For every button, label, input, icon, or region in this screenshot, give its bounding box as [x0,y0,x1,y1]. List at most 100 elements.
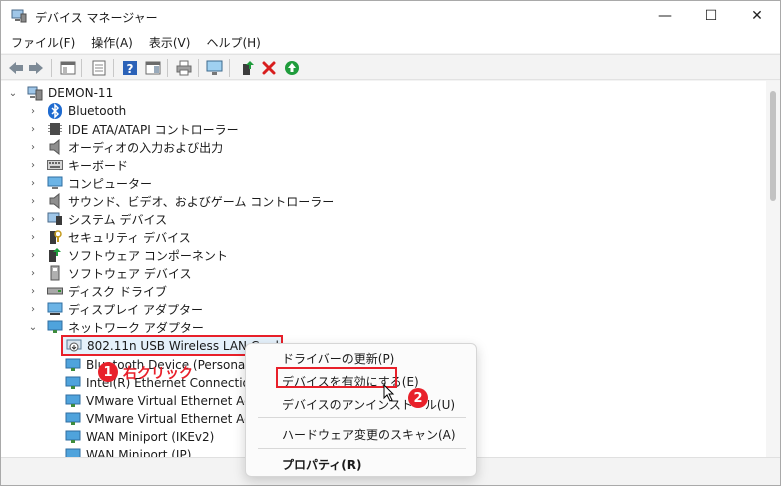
network-adapter-icon [65,393,81,409]
mouse-cursor-icon [383,383,395,405]
tree-category-label: ネットワーク アダプター [68,320,204,335]
network-adapter-icon [65,411,81,427]
speaker-icon [47,193,63,209]
help-icon[interactable]: ? [121,59,139,77]
close-button[interactable]: ✕ [734,1,780,31]
properties-sheet-icon[interactable] [90,59,108,77]
computer-icon [47,175,63,191]
tree-category-software-devices[interactable]: › ソフトウェア デバイス [27,264,191,282]
ide-controller-icon [47,121,63,137]
tree-category-bluetooth[interactable]: › Bluetooth [27,102,126,120]
menu-item-properties[interactable]: プロパティ(R) [282,456,362,473]
chevron-right-icon[interactable]: › [27,231,39,243]
tree-category-label: IDE ATA/ATAPI コントローラー [68,122,239,137]
tree-root-node[interactable]: ⌄ DEMON-11 [7,84,113,102]
tree-category-software-components[interactable]: › ソフトウェア コンポーネント [27,246,228,264]
tree-category-label: ソフトウェア デバイス [68,266,192,281]
tree-device-vmware-ethernet-1[interactable]: VMware Virtual Ethernet Adapt [65,392,271,410]
update-driver-icon[interactable] [239,59,257,77]
tree-device-wan-miniport-ip[interactable]: WAN Miniport (IP) [65,446,191,457]
chevron-down-icon[interactable]: ⌄ [7,87,19,99]
vertical-scrollbar[interactable] [766,81,780,457]
tree-category-disk-drives[interactable]: › ディスク ドライブ [27,282,167,300]
chevron-right-icon[interactable]: › [27,123,39,135]
tree-category-sound-video[interactable]: › サウンド、ビデオ、およびゲーム コントローラー [27,192,334,210]
tree-category-security-devices[interactable]: › セキュリティ デバイス [27,228,191,246]
network-adapter-icon [65,375,81,391]
enable-device-icon[interactable] [283,59,301,77]
tree-category-label: オーディオの入力および出力 [68,140,224,155]
tree-category-label: サウンド、ビデオ、およびゲーム コントローラー [68,194,335,209]
toolbar-divider [167,59,168,77]
menu-bar: ファイル(F) 操作(A) 表示(V) ヘルプ(H) [1,31,780,53]
tree-category-label: コンピューター [68,176,153,191]
tree-category-label: システム デバイス [68,212,168,227]
chevron-right-icon[interactable]: › [27,249,39,261]
tree-category-ide[interactable]: › IDE ATA/ATAPI コントローラー [27,120,239,138]
minimize-button[interactable]: — [642,1,688,31]
tree-category-system-devices[interactable]: › システム デバイス [27,210,167,228]
display-adapter-icon [47,301,63,317]
tree-category-audio-io[interactable]: › オーディオの入力および出力 [27,138,223,156]
step-2-badge: 2 [408,388,428,408]
context-menu-divider [258,448,466,449]
system-device-icon [47,211,63,227]
tree-device-label: VMware Virtual Ethernet Adapt [86,394,272,408]
enable-device-highlight [276,367,397,388]
security-device-icon [47,229,63,245]
chevron-right-icon[interactable]: › [27,105,39,117]
action-pane-icon[interactable] [144,59,162,77]
print-icon[interactable] [175,59,193,77]
menu-view[interactable]: 表示(V) [139,31,197,53]
back-arrow-icon[interactable] [7,59,25,77]
chevron-right-icon[interactable]: › [27,285,39,297]
toolbar-divider [113,59,114,77]
chevron-right-icon[interactable]: › [27,195,39,207]
scrollbar-thumb[interactable] [770,91,776,201]
device-manager-app-icon [11,9,27,23]
disk-drive-icon [47,283,63,299]
menu-action[interactable]: 操作(A) [81,31,139,53]
tree-device-vmware-ethernet-2[interactable]: VMware Virtual Ethernet Adapt [65,410,271,428]
chevron-right-icon[interactable]: › [27,303,39,315]
scan-hardware-icon[interactable] [206,59,224,77]
chevron-right-icon[interactable]: › [27,267,39,279]
chevron-right-icon[interactable]: › [27,177,39,189]
tree-category-computer[interactable]: › コンピューター [27,174,152,192]
context-menu: ドライバーの更新(P) デバイスを有効にする(E) デバイスのアンインストール(… [245,343,477,477]
menu-item-scan-hardware[interactable]: ハードウェア変更のスキャン(A) [282,426,456,443]
maximize-button[interactable]: ☐ [688,1,734,31]
chevron-right-icon[interactable]: › [27,213,39,225]
step-1-badge: 1 [98,362,118,382]
tree-category-label: セキュリティ デバイス [68,230,191,245]
tree-category-network-adapters[interactable]: ⌄ ネットワーク アダプター [27,318,204,336]
chevron-right-icon[interactable]: › [27,141,39,153]
uninstall-device-icon[interactable] [260,59,278,77]
chevron-right-icon[interactable]: › [27,159,39,171]
svg-text:?: ? [127,62,134,76]
network-adapter-icon [47,319,63,335]
bluetooth-icon [47,103,63,119]
tree-category-display-adapters[interactable]: › ディスプレイ アダプター [27,300,203,318]
menu-file[interactable]: ファイル(F) [1,31,81,53]
forward-arrow-icon[interactable] [27,59,45,77]
speaker-icon [47,139,63,155]
window-title: デバイス マネージャー [35,11,158,25]
tree-category-label: ディスプレイ アダプター [68,302,203,317]
computer-icon [27,85,43,101]
tree-category-label: ソフトウェア コンポーネント [68,248,228,263]
menu-help[interactable]: ヘルプ(H) [196,31,266,53]
network-adapter-icon [65,447,81,457]
software-device-icon [47,265,63,281]
tree-device-wan-miniport-ikev2[interactable]: WAN Miniport (IKEv2) [65,428,214,446]
menu-item-update-driver[interactable]: ドライバーの更新(P) [282,350,394,367]
tree-category-label: Bluetooth [68,104,127,118]
toolbar-divider [198,59,199,77]
toolbar-divider [229,59,230,77]
chevron-down-icon[interactable]: ⌄ [27,321,39,333]
software-component-icon [47,247,63,263]
menu-item-uninstall-device[interactable]: デバイスのアンインストール(U) [282,396,455,413]
console-tree-icon[interactable] [59,59,77,77]
tree-category-keyboard[interactable]: › キーボード [27,156,128,174]
keyboard-icon [47,157,63,173]
